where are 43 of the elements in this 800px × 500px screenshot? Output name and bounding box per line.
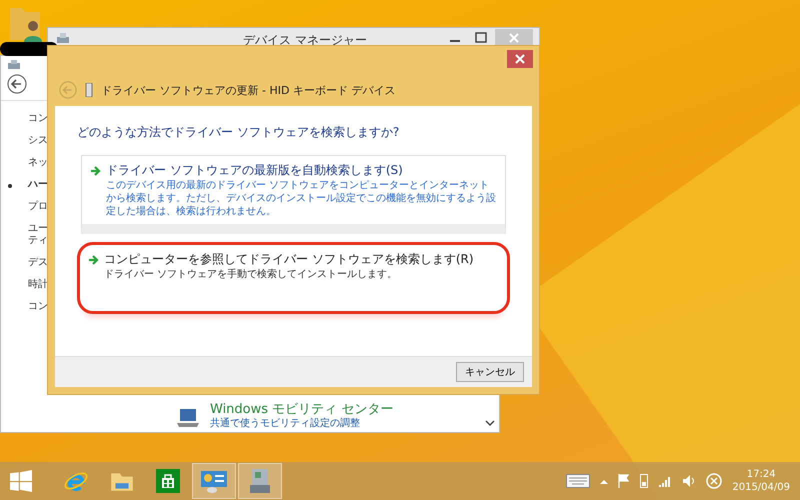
option-title: コンピューターを参照してドライバー ソフトウェアを検索します(R) xyxy=(104,251,474,268)
cancel-button[interactable]: キャンセル xyxy=(456,362,524,382)
option-description: ドライバー ソフトウェアを手動で検索してインストールします。 xyxy=(104,268,398,281)
bullet-icon xyxy=(8,184,12,188)
search-option[interactable]: ドライバー ソフトウェアの最新版を自動検索します(S) このデバイス用の最新のドライバー ソフトウェアをコンピューターとインターネットから検索します。ただし、デバイスのインストール設定でこの機能を無効にするよう設定した場合は、検索は行われません。 xyxy=(81,155,506,234)
battery-icon[interactable] xyxy=(640,474,648,488)
sidebar-item[interactable]: デス xyxy=(28,257,48,269)
option-title: ドライバー ソフトウェアの最新版を自動検索します(S) xyxy=(106,162,404,179)
caret-up-icon[interactable] xyxy=(600,478,608,484)
keyboard-device-icon xyxy=(85,83,93,97)
dialog-title: ドライバー ソフトウェアの更新 - HID キーボード デバイス xyxy=(101,82,396,98)
mobility-settings-link[interactable]: 共通で使うモビリティ設定の調整 xyxy=(210,416,394,430)
arrow-icon xyxy=(90,165,102,177)
question-heading: どのような方法でドライバー ソフトウェアを検索しますか? xyxy=(77,124,400,141)
store-bag-icon xyxy=(156,469,180,493)
close-button[interactable] xyxy=(507,50,533,68)
search-option[interactable]: コンピューターを参照してドライバー ソフトウェアを検索します(R) ドライバー ソフトウェアを手動で検索してインストールします。 xyxy=(77,242,510,314)
sidebar-item[interactable]: ネッ xyxy=(28,157,48,169)
taskbar-app-button[interactable] xyxy=(238,463,282,499)
mobility-center-title[interactable]: Windows モビリティ センター xyxy=(210,403,394,416)
no-network-icon[interactable] xyxy=(706,473,722,489)
monitor-settings-icon xyxy=(200,469,228,493)
option-description: このデバイス用の最新のドライバー ソフトウェアをコンピューターとインターネットから検索します。ただし、デバイスのインストール設定でこの機能を無効にするよう設定した場合は、検索は行われません。 xyxy=(106,179,497,218)
sidebar-item[interactable]: コン xyxy=(28,113,48,125)
back-icon[interactable] xyxy=(7,74,27,94)
sidebar-item[interactable]: コン xyxy=(28,301,48,313)
chevron-down-icon[interactable] xyxy=(485,420,495,426)
sidebar-item[interactable]: 時計 xyxy=(28,279,48,291)
device-manager-icon xyxy=(248,467,272,495)
window-title: デバイス マネージャー xyxy=(243,32,367,49)
laptop-icon xyxy=(176,406,200,430)
windows-start-icon[interactable] xyxy=(10,470,32,492)
sidebar-item[interactable]: ユーティ xyxy=(28,223,48,247)
flag-icon[interactable] xyxy=(618,474,630,488)
device-manager-icon xyxy=(56,32,70,44)
keyboard-icon[interactable] xyxy=(566,474,590,488)
speaker-icon[interactable] xyxy=(682,474,696,488)
taskbar-app-button[interactable] xyxy=(192,463,236,499)
device-icon xyxy=(7,60,21,70)
sidebar-item[interactable]: プロ xyxy=(28,201,48,213)
sidebar-item[interactable]: シス xyxy=(28,135,48,147)
arrow-icon xyxy=(88,254,100,266)
signal-icon[interactable] xyxy=(658,475,672,487)
